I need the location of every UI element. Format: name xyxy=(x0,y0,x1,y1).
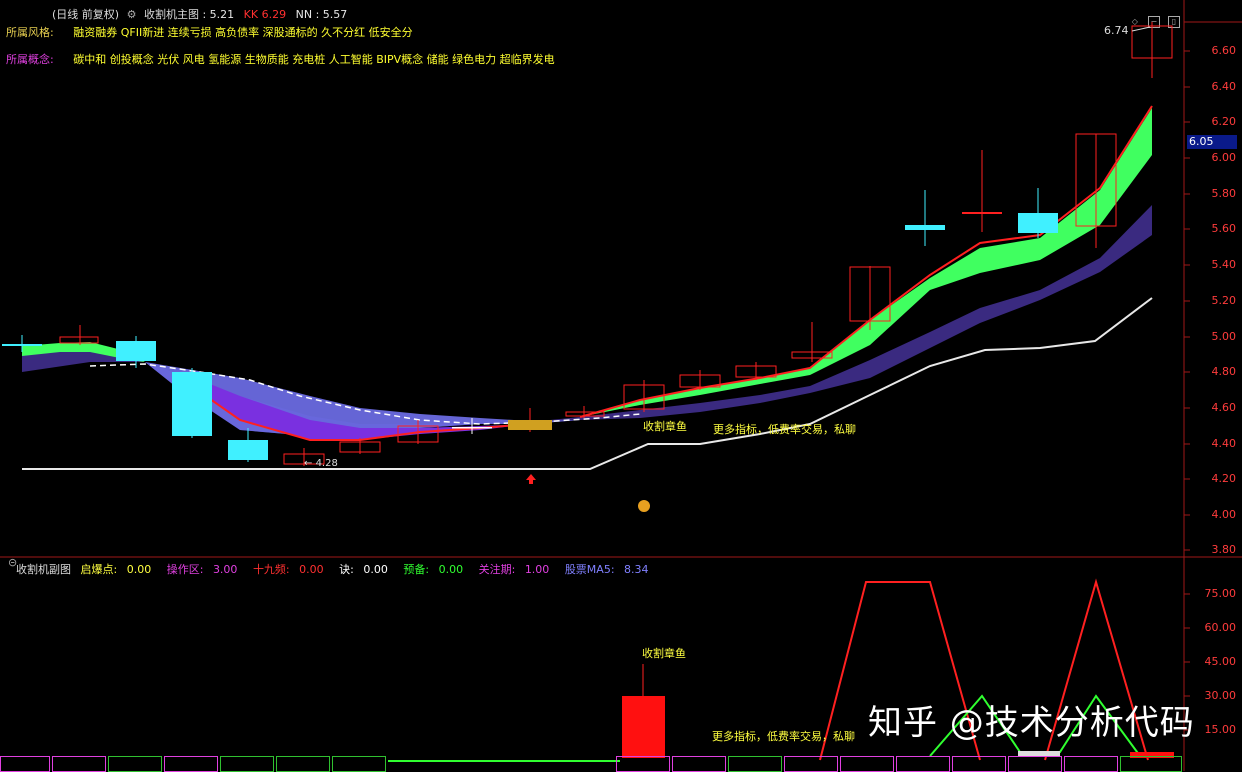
sub-y-tick-label: 75.00 xyxy=(1204,587,1237,600)
sub-y-tick-label: 45.00 xyxy=(1204,655,1237,668)
y-tick-label: 6.60 xyxy=(1211,44,1237,57)
y-tick-label: 4.60 xyxy=(1211,401,1237,414)
annotation-contact: 更多指标，低费率交易，私聊 xyxy=(713,423,856,436)
y-tick-label: 5.20 xyxy=(1211,294,1237,307)
watermark: 知乎 @技术分析代码 xyxy=(868,703,1195,743)
sub-item-gzq: 关注期: 1.00 xyxy=(478,563,550,576)
sub-annotation-octopus: 收割章鱼 xyxy=(642,647,686,660)
y-tick-label: 5.60 xyxy=(1211,222,1237,235)
sub-chart-header: 收割机副图 启爆点: 0.00 操作区: 3.00 十九频: 0.00 诀: 0… xyxy=(2,563,661,577)
y-tick-label: 5.40 xyxy=(1211,258,1237,271)
sub-item-yb: 预备: 0.00 xyxy=(403,563,464,576)
sub-y-tick-label: 60.00 xyxy=(1204,621,1237,634)
annotation-octopus: 收割章鱼 xyxy=(643,420,687,433)
low-price-marker: ← 4.28 xyxy=(304,458,338,469)
y-tick-label: 3.80 xyxy=(1211,543,1237,556)
chart-canvas[interactable] xyxy=(0,0,1242,771)
sub-indicator-name[interactable]: 收割机副图 xyxy=(16,563,71,576)
bottom-signal-bar xyxy=(0,756,1242,772)
sub-item-jue: 诀: 0.00 xyxy=(339,563,388,576)
sub-y-tick-label: 15.00 xyxy=(1204,723,1237,736)
low-price-label: 4.28 xyxy=(315,458,338,469)
y-tick-label: 5.80 xyxy=(1211,187,1237,200)
y-tick-label: 6.20 xyxy=(1211,115,1237,128)
sub-item-ma5: 股票MA5: 8.34 xyxy=(564,563,649,576)
current-price-tag: 6.05 xyxy=(1187,135,1237,149)
y-tick-label: 5.00 xyxy=(1211,330,1237,343)
buy-arrow-icon xyxy=(526,474,536,484)
sub-item-sjp: 十九频: 0.00 xyxy=(252,563,324,576)
y-tick-label: 4.40 xyxy=(1211,437,1237,450)
candles xyxy=(2,22,1173,466)
y-tick-label: 4.20 xyxy=(1211,472,1237,485)
sub-annotation-contact: 更多指标，低费率交易，私聊 xyxy=(712,730,855,743)
sub-y-tick-label: 30.00 xyxy=(1204,689,1237,702)
money-bag-icon xyxy=(638,500,650,512)
sub-red-bar xyxy=(622,696,665,758)
y-tick-label: 4.80 xyxy=(1211,365,1237,378)
y-tick-label: 6.00 xyxy=(1211,151,1237,164)
y-tick-label: 4.00 xyxy=(1211,508,1237,521)
sub-item-czq: 操作区: 3.00 xyxy=(166,563,238,576)
high-price-label: 6.74 xyxy=(1104,24,1129,37)
sub-item-qbd: 启爆点: 0.00 xyxy=(80,563,152,576)
y-tick-label: 6.40 xyxy=(1211,80,1237,93)
